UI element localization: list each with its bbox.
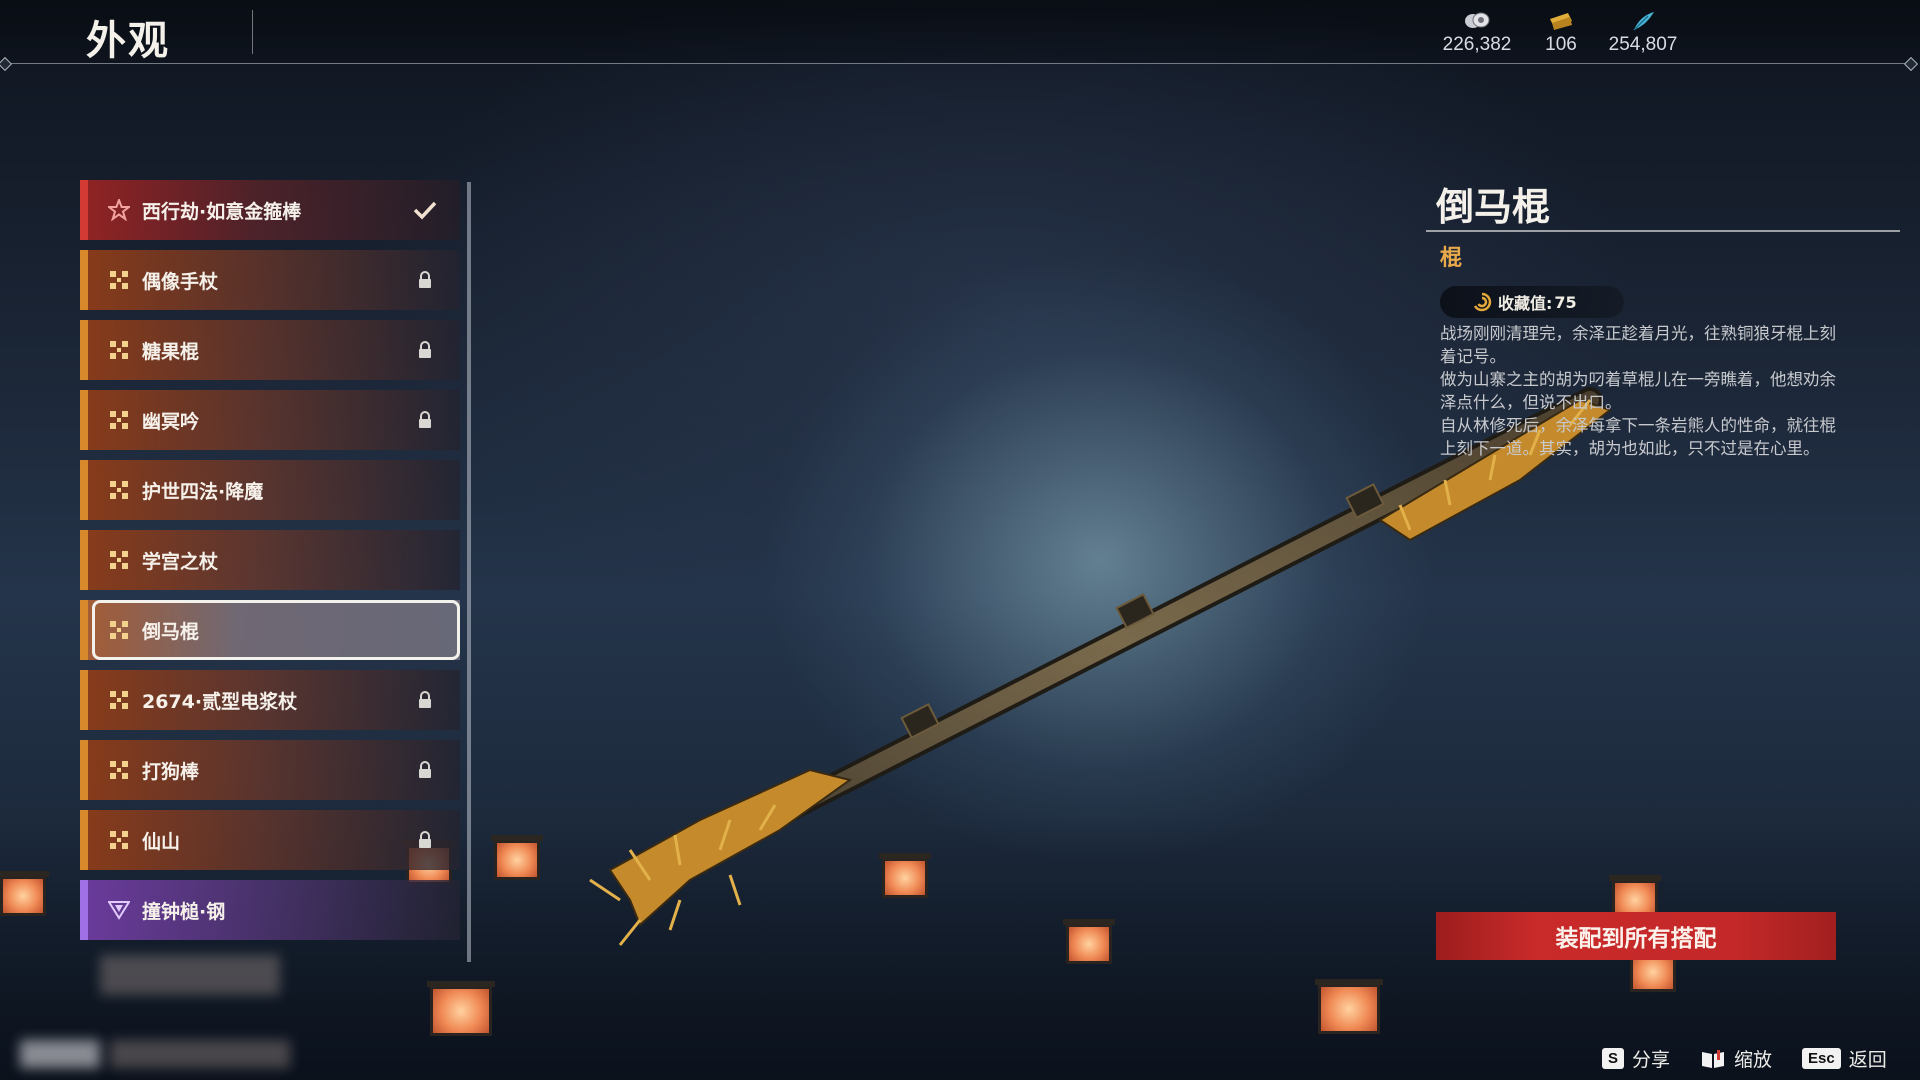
weapon-model (589, 387, 1613, 946)
item-description: 战场刚刚清理完，余泽正趁着月光，往熟铜狼牙棍上刻着记号。 做为山寨之主的胡为叼着… (1440, 322, 1840, 460)
triangle-pattern-icon (106, 897, 132, 923)
lock-icon (412, 827, 438, 853)
back-hint[interactable]: Esc 返回 (1802, 1045, 1887, 1072)
cross-pattern-icon (106, 757, 132, 783)
key-s: S (1602, 1048, 1625, 1069)
currency-feathers: 254,807 (1588, 10, 1698, 56)
zoom-label: 缩放 (1734, 1049, 1773, 1071)
lantern-decoration (1315, 979, 1383, 1034)
list-scrollbar[interactable] (467, 182, 471, 962)
cross-pattern-icon (106, 267, 132, 293)
coin-stack-icon (1465, 12, 1490, 28)
equipped-check-icon (412, 197, 438, 223)
cross-pattern-icon (106, 617, 132, 643)
cross-pattern-icon (106, 547, 132, 573)
currency-feathers-value: 254,807 (1608, 34, 1678, 55)
share-label: 分享 (1632, 1049, 1671, 1071)
list-item-label: 2674·贰型电浆杖 (142, 690, 298, 713)
blurred-region (100, 955, 280, 995)
list-item-label: 糖果棍 (142, 340, 200, 363)
list-item-label: 撞钟槌·钢 (142, 900, 226, 923)
collection-label: 收藏值: (1498, 294, 1553, 313)
lock-icon (412, 687, 438, 713)
list-item[interactable]: 偶像手杖 (80, 250, 460, 310)
list-item-label: 幽冥吟 (142, 410, 200, 433)
list-item-label: 仙山 (142, 830, 181, 853)
list-item[interactable]: 打狗棒 (80, 740, 460, 800)
gold-ticket-icon (1550, 13, 1572, 30)
item-type: 棍 (1440, 246, 1463, 271)
cross-pattern-icon (106, 337, 132, 363)
list-item[interactable]: 护世四法·降魔 (80, 460, 460, 520)
share-hint[interactable]: S 分享 (1602, 1045, 1670, 1072)
cross-pattern-icon (106, 687, 132, 713)
item-name-divider (1426, 230, 1900, 232)
zoom-hint[interactable]: 缩放 (1700, 1045, 1772, 1072)
page-title: 外观 (86, 18, 170, 64)
list-item[interactable]: 西行劫·如意金箍棒 (80, 180, 460, 240)
description-paragraph: 战场刚刚清理完，余泽正趁着月光，往熟铜狼牙棍上刻着记号。 (1440, 324, 1836, 366)
collection-swirl-icon (1472, 292, 1492, 312)
book-icon (1700, 1048, 1726, 1070)
back-label: 返回 (1848, 1049, 1887, 1071)
list-item[interactable]: 2674·贰型电浆杖 (80, 670, 460, 730)
list-item-label: 护世四法·降魔 (142, 480, 264, 503)
collection-badge: 收藏值: 75 (1440, 286, 1624, 318)
star-icon (106, 197, 132, 223)
list-item-label: 倒马棍 (142, 620, 200, 643)
blue-feather-icon (1633, 12, 1654, 31)
key-esc: Esc (1802, 1048, 1841, 1069)
list-item-label: 学宫之杖 (142, 550, 219, 573)
list-item-selected[interactable]: 倒马棍 (80, 600, 460, 660)
description-paragraph: 自从林修死后，余泽每拿下一条岩熊人的性命，就往棍上刻下一道。其实，胡为也如此，只… (1440, 416, 1836, 458)
list-item[interactable]: 糖果棍 (80, 320, 460, 380)
cross-pattern-icon (106, 477, 132, 503)
list-item-label: 打狗棒 (142, 760, 200, 783)
lock-icon (412, 407, 438, 433)
lock-icon (412, 337, 438, 363)
blurred-region (20, 1040, 100, 1068)
skin-list: 西行劫·如意金箍棒 偶像手杖 糖果棍 幽冥吟 护世四法·降魔 学宫之杖 倒马棍 … (80, 180, 460, 950)
blurred-region (110, 1040, 290, 1068)
cross-pattern-icon (106, 407, 132, 433)
lock-icon (412, 267, 438, 293)
description-paragraph: 做为山寨之主的胡为叼着草棍儿在一旁瞧着，他想劝余泽点什么，但说不出口。 (1440, 370, 1836, 412)
list-item[interactable]: 学宫之杖 (80, 530, 460, 590)
list-item[interactable]: 撞钟槌·钢 (80, 880, 460, 940)
lantern-decoration (491, 835, 543, 880)
equip-all-loadouts-button[interactable]: 装配到所有搭配 (1436, 912, 1836, 960)
list-item[interactable]: 仙山 (80, 810, 460, 870)
list-item[interactable]: 幽冥吟 (80, 390, 460, 450)
cross-pattern-icon (106, 827, 132, 853)
item-name: 倒马棍 (1436, 185, 1551, 229)
list-item-label: 西行劫·如意金箍棒 (142, 200, 302, 223)
lock-icon (412, 757, 438, 783)
top-divider (6, 63, 1912, 64)
list-item-label: 偶像手杖 (142, 270, 219, 293)
lantern-decoration (0, 871, 49, 916)
title-separator (252, 10, 253, 54)
lantern-decoration (427, 981, 495, 1036)
collection-value: 75 (1554, 292, 1577, 312)
